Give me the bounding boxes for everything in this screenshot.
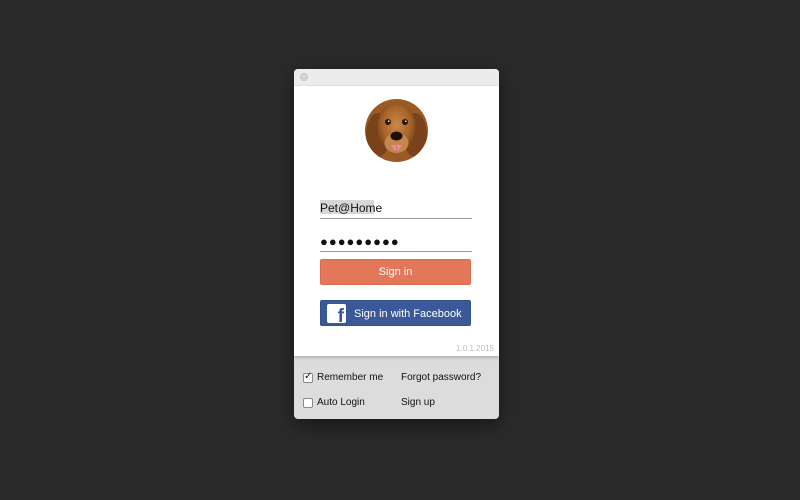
username-input[interactable] [320, 199, 470, 217]
facebook-sign-in-button[interactable]: f Sign in with Facebook [320, 300, 471, 326]
remember-me-option[interactable]: ✓ Remember me [303, 370, 384, 383]
sign-in-button[interactable]: Sign in [320, 259, 471, 285]
remember-me-checkbox[interactable]: ✓ [303, 370, 313, 383]
auto-login-checkbox[interactable] [303, 397, 313, 408]
facebook-glyph: f [337, 306, 344, 327]
auto-login-label: Auto Login [317, 397, 365, 408]
remember-me-label: Remember me [317, 372, 384, 383]
password-input[interactable] [320, 232, 470, 250]
facebook-icon: f [327, 304, 346, 327]
login-card: Sign in f Sign in with Facebook 1.0.1.20… [294, 86, 499, 356]
login-window: Sign in f Sign in with Facebook 1.0.1.20… [294, 69, 499, 419]
dog-avatar-image [365, 99, 428, 162]
username-field [320, 199, 472, 219]
password-field [320, 232, 472, 252]
facebook-sign-in-label: Sign in with Facebook [354, 308, 462, 320]
forgot-password-link[interactable]: Forgot password? [401, 372, 481, 383]
check-icon: ✓ [304, 370, 313, 382]
dog-avatar [365, 99, 428, 162]
title-bar[interactable] [294, 69, 499, 86]
version-label: 1.0.1.2015 [456, 344, 494, 353]
login-options: ✓ Remember me Auto Login Forgot password… [294, 357, 499, 419]
sign-up-link[interactable]: Sign up [401, 397, 435, 408]
auto-login-option[interactable]: Auto Login [303, 397, 365, 408]
close-dot-icon[interactable] [300, 73, 308, 81]
